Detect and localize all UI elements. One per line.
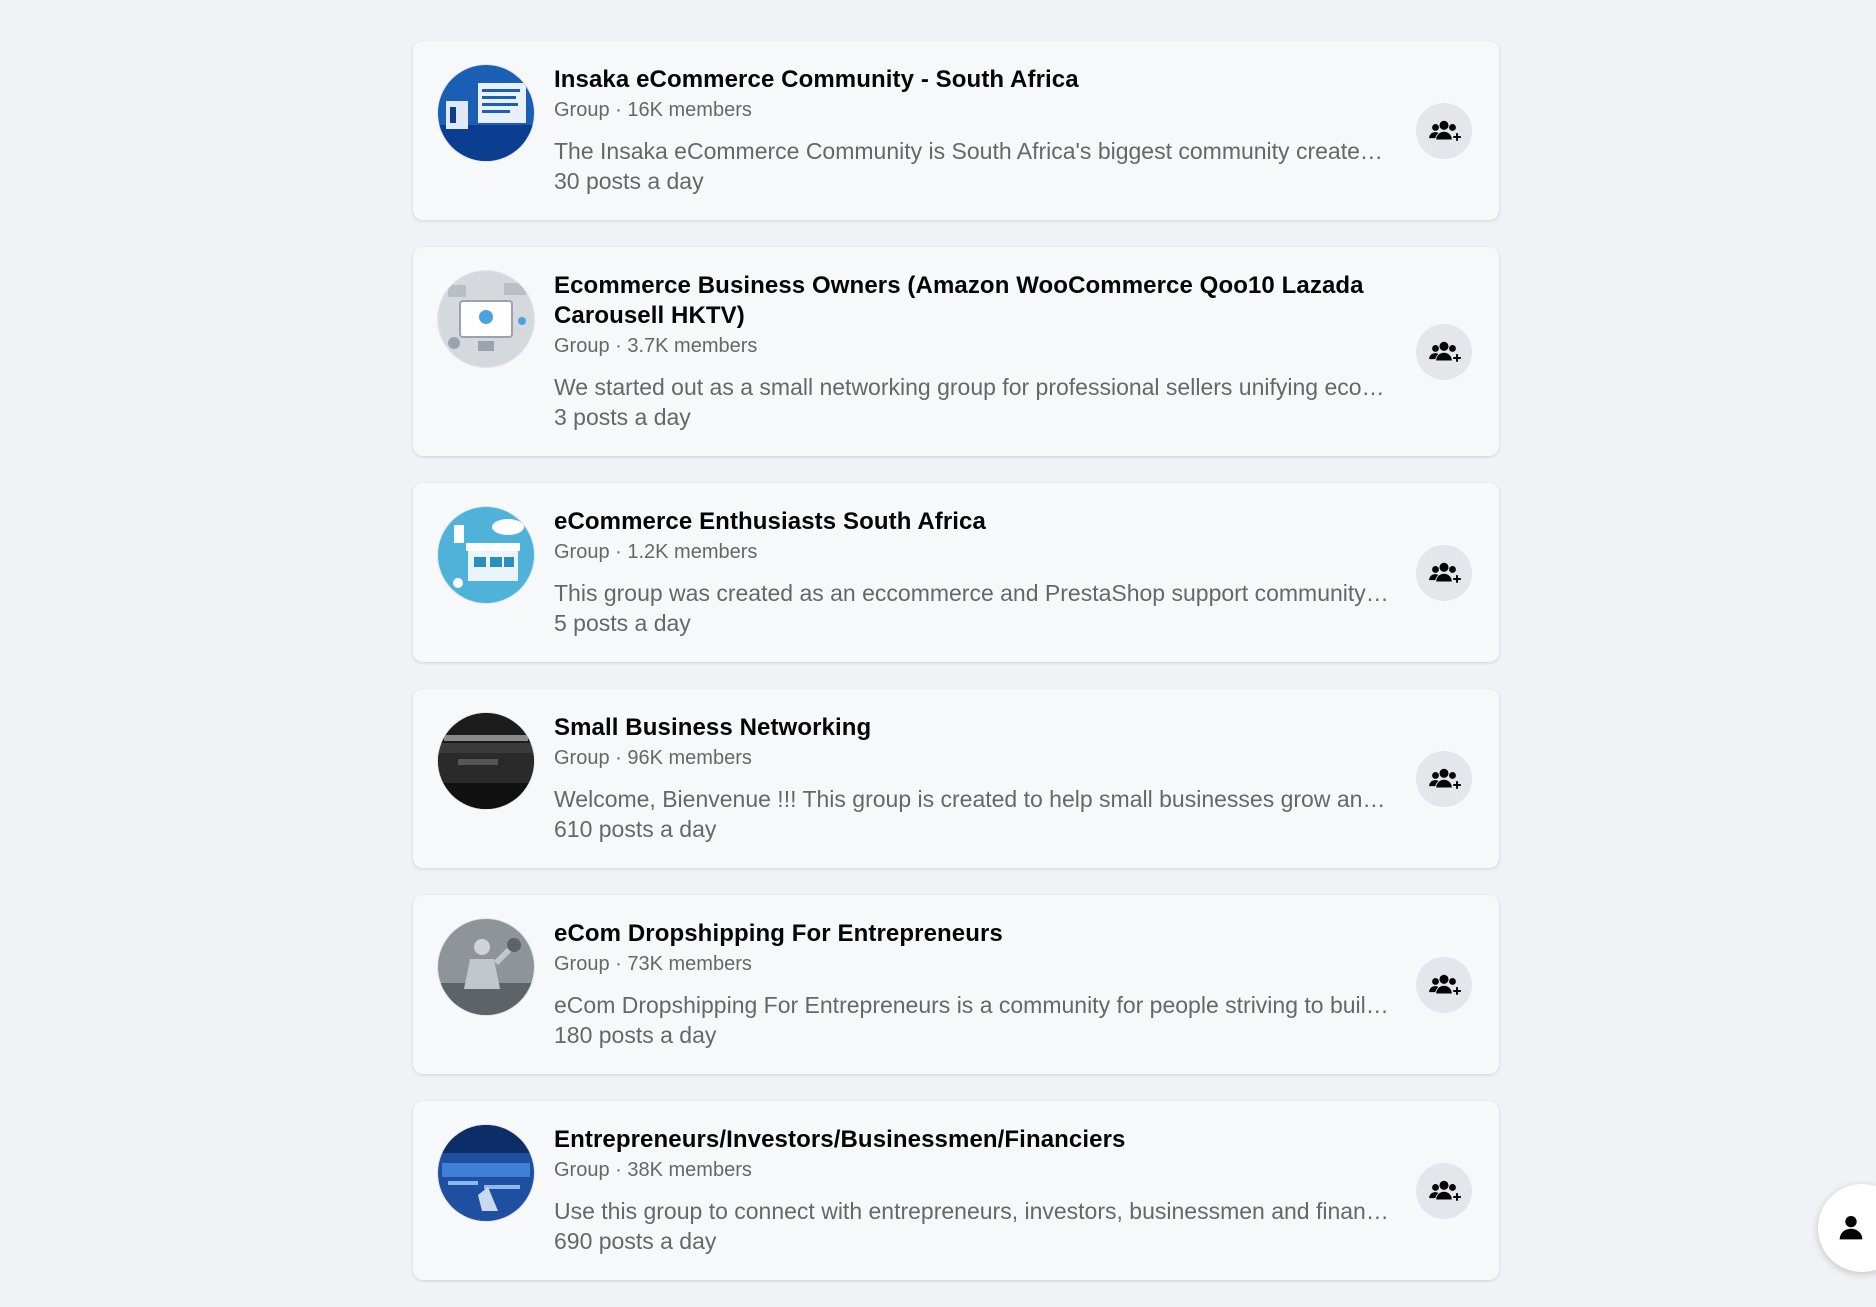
group-avatar[interactable]	[438, 713, 534, 809]
join-group-button[interactable]	[1416, 323, 1472, 380]
group-description: The Insaka eCommerce Community is South …	[554, 138, 1391, 164]
group-avatar[interactable]	[438, 919, 534, 1015]
join-group-button[interactable]	[1416, 750, 1472, 807]
group-result-card[interactable]: Insaka eCommerce Community - South Afric…	[413, 41, 1499, 220]
group-title[interactable]: eCommerce Enthusiasts South Africa	[554, 507, 1391, 537]
group-activity: 610 posts a day	[554, 816, 717, 842]
group-activity: 180 posts a day	[554, 1022, 717, 1048]
join-group-button[interactable]	[1416, 102, 1472, 159]
group-results-list: Insaka eCommerce Community - South Afric…	[413, 41, 1499, 1307]
group-result-card[interactable]: eCom Dropshipping For Entrepreneurs Grou…	[413, 895, 1499, 1074]
join-group-button[interactable]	[1416, 544, 1472, 601]
group-title[interactable]: eCom Dropshipping For Entrepreneurs	[554, 919, 1391, 949]
group-avatar[interactable]	[438, 65, 534, 161]
group-result-card[interactable]: Entrepreneurs/Investors/Businessmen/Fina…	[413, 1101, 1499, 1280]
group-title[interactable]: Entrepreneurs/Investors/Businessmen/Fina…	[554, 1125, 1391, 1155]
group-activity: 5 posts a day	[554, 610, 691, 636]
group-result-card[interactable]: eCommerce Enthusiasts South Africa Group…	[413, 483, 1499, 662]
group-result-card[interactable]: Small Business Networking Group · 96K me…	[413, 689, 1499, 868]
group-avatar[interactable]	[438, 1125, 534, 1221]
group-activity: 30 posts a day	[554, 168, 704, 194]
group-meta: Group · 38K members	[554, 1159, 752, 1181]
group-meta: Group · 73K members	[554, 953, 752, 975]
join-group-icon	[1429, 562, 1461, 583]
group-result-card[interactable]: Ecommerce Business Owners (Amazon WooCom…	[413, 247, 1499, 456]
group-title[interactable]: Insaka eCommerce Community - South Afric…	[554, 65, 1391, 95]
group-description: eCom Dropshipping For Entrepreneurs is a…	[554, 992, 1391, 1018]
join-group-icon	[1429, 120, 1461, 141]
group-activity: 690 posts a day	[554, 1228, 717, 1254]
join-group-icon	[1429, 974, 1461, 995]
group-description: We started out as a small networking gro…	[554, 374, 1391, 400]
join-group-icon	[1429, 341, 1461, 362]
join-group-button[interactable]	[1416, 956, 1472, 1013]
group-description: This group was created as an eccommerce …	[554, 580, 1391, 606]
group-avatar[interactable]	[438, 507, 534, 603]
floating-person-button[interactable]	[1818, 1184, 1876, 1272]
join-group-icon	[1429, 768, 1461, 789]
group-meta: Group · 96K members	[554, 747, 752, 769]
group-description: Welcome, Bienvenue !!! This group is cre…	[554, 786, 1391, 812]
person-icon	[1839, 1215, 1863, 1240]
group-meta: Group · 16K members	[554, 99, 752, 121]
group-meta: Group · 3.7K members	[554, 335, 758, 357]
join-group-icon	[1429, 1180, 1461, 1201]
join-group-button[interactable]	[1416, 1162, 1472, 1219]
group-title[interactable]: Ecommerce Business Owners (Amazon WooCom…	[554, 271, 1391, 331]
group-meta: Group · 1.2K members	[554, 541, 758, 563]
group-activity: 3 posts a day	[554, 404, 691, 430]
group-avatar[interactable]	[438, 271, 534, 367]
group-description: Use this group to connect with entrepren…	[554, 1198, 1391, 1224]
group-title[interactable]: Small Business Networking	[554, 713, 1391, 743]
